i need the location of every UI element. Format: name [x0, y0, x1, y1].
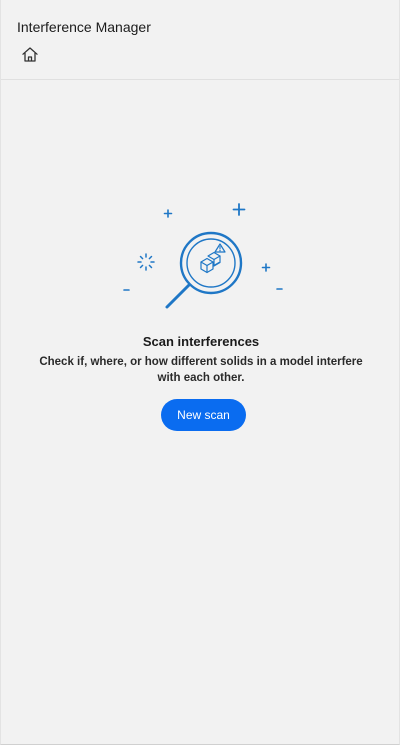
home-icon	[21, 46, 39, 68]
magnifier-scan-icon	[111, 200, 291, 320]
home-button[interactable]	[19, 47, 41, 67]
new-scan-button[interactable]: New scan	[161, 399, 246, 431]
interference-manager-panel: Interference Manager Scan interferences …	[0, 0, 400, 745]
panel-title: Interference Manager	[17, 19, 151, 35]
panel-header: Interference Manager	[1, 0, 399, 80]
empty-state-description: Check if, where, or how different solids…	[39, 356, 363, 384]
empty-state-title: Scan interferences	[142, 334, 260, 349]
